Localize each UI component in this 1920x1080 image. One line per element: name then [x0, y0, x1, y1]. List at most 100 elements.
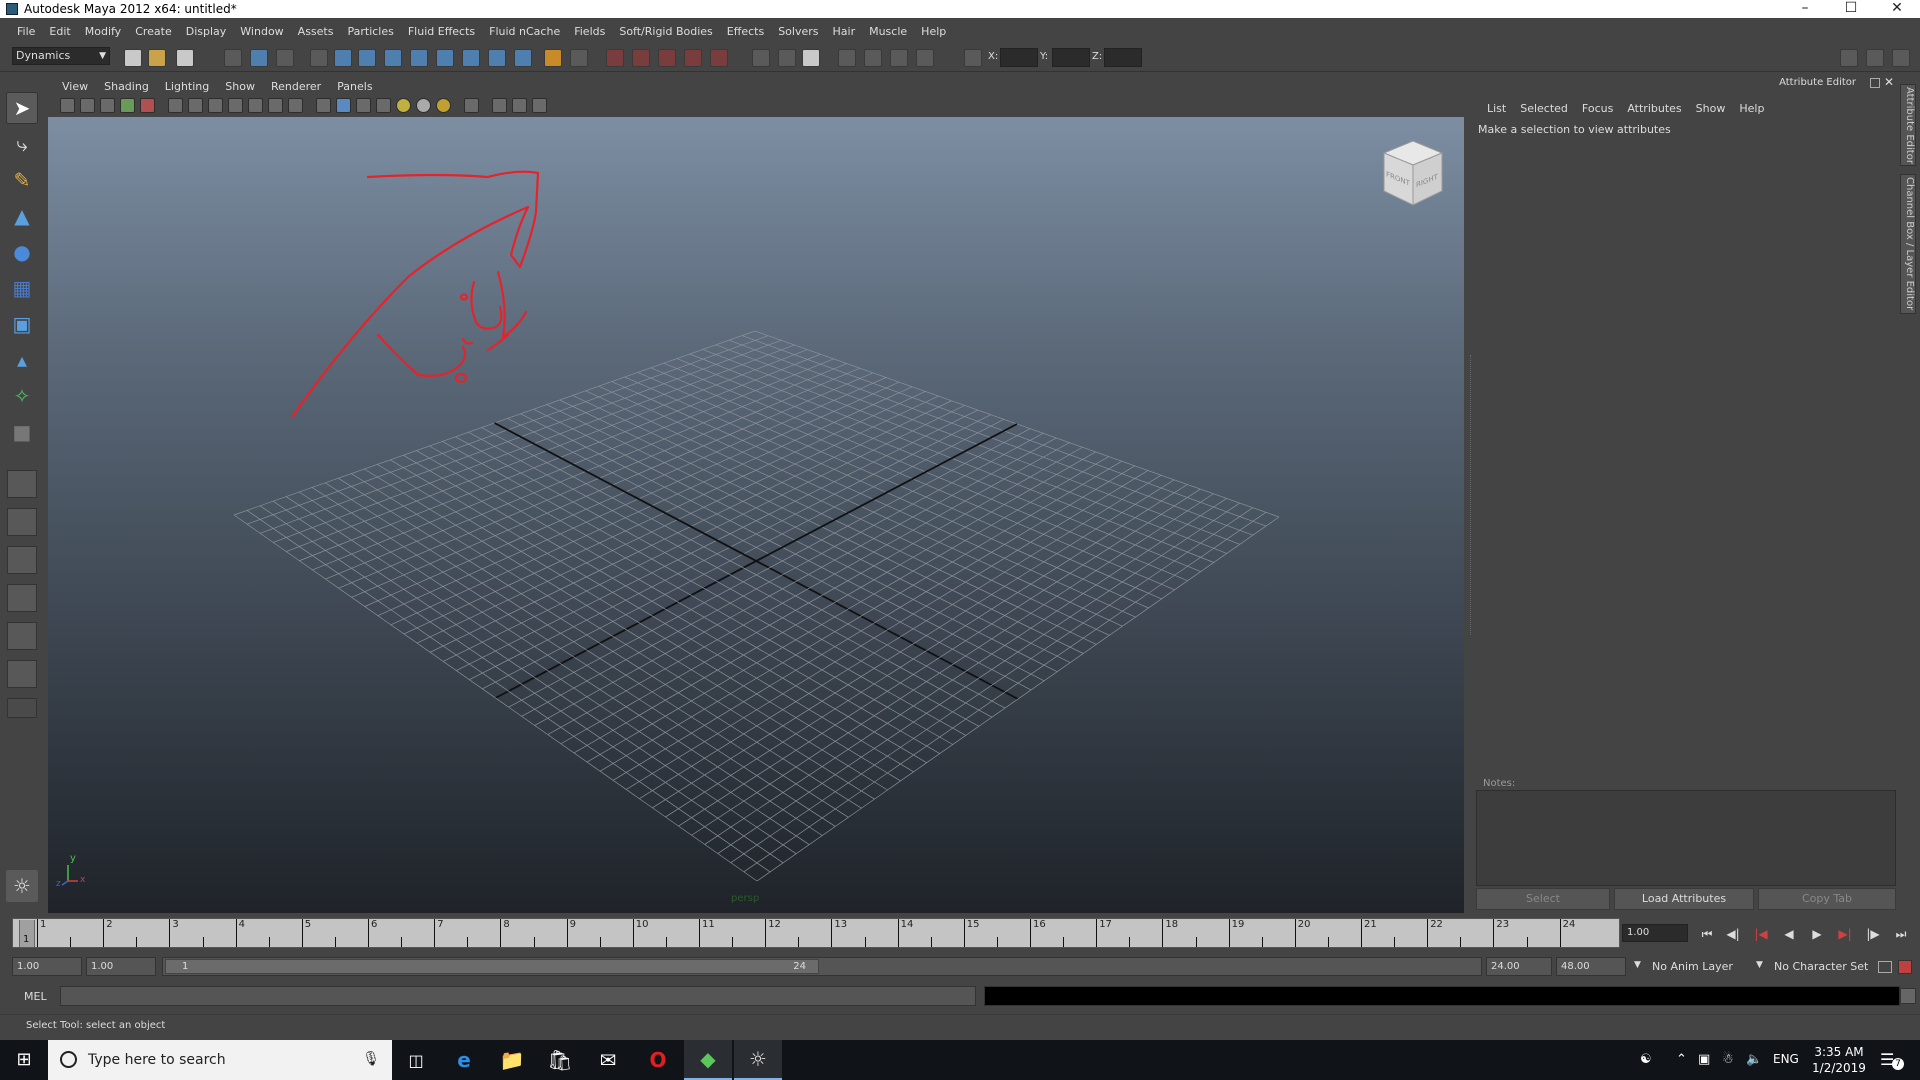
persp-outliner-layout-icon[interactable]	[7, 546, 37, 574]
smooth-shade-icon[interactable]	[336, 98, 351, 113]
gate-mask-icon[interactable]	[228, 98, 243, 113]
menu-fluid-effects[interactable]: Fluid Effects	[401, 25, 482, 38]
go-to-start-icon[interactable]: ⏮	[1696, 925, 1718, 943]
move-tool-icon[interactable]: ▲	[6, 200, 38, 232]
microphone-icon[interactable]: 🎙	[362, 1051, 380, 1067]
grid-toggle-icon[interactable]	[168, 98, 183, 113]
layout-options-icon[interactable]	[7, 698, 37, 718]
menu-set-selector[interactable]: Dynamics ▼	[12, 47, 110, 65]
show-channel-box-icon[interactable]	[1892, 49, 1910, 67]
select-dynamics-icon[interactable]	[462, 49, 480, 67]
input-operations-icon[interactable]	[752, 49, 770, 67]
xray-icon[interactable]	[492, 98, 507, 113]
battery-icon[interactable]: ▣	[1698, 1052, 1710, 1067]
2d-pan-zoom-icon[interactable]	[140, 98, 155, 113]
animation-preferences-icon[interactable]	[1898, 960, 1912, 974]
z-input[interactable]	[1104, 48, 1142, 67]
panel-menu-show[interactable]: Show	[217, 80, 263, 93]
selection-mask-icon[interactable]	[310, 49, 328, 67]
menu-assets[interactable]: Assets	[291, 25, 341, 38]
panel-menu-renderer[interactable]: Renderer	[263, 80, 329, 93]
menu-effects[interactable]: Effects	[720, 25, 771, 38]
output-operations-icon[interactable]	[778, 49, 796, 67]
perspective-viewport[interactable]: FRONT RIGHT y z x persp	[48, 117, 1464, 913]
menu-help[interactable]: Help	[914, 25, 953, 38]
save-scene-icon[interactable]	[176, 49, 194, 67]
mail-icon[interactable]: ✉	[584, 1040, 632, 1080]
animation-end-field[interactable]: 48.00	[1556, 957, 1626, 976]
use-all-lights-icon[interactable]	[416, 98, 431, 113]
attr-menu-list[interactable]: List	[1480, 102, 1513, 115]
snap-to-curves-icon[interactable]	[632, 49, 650, 67]
close-button[interactable]: ✕	[1874, 0, 1920, 18]
load-attributes-button[interactable]: Load Attributes	[1614, 888, 1754, 910]
isolate-select-icon[interactable]	[464, 98, 479, 113]
snap-to-points-icon[interactable]	[658, 49, 676, 67]
select-by-object-type-icon[interactable]	[250, 49, 268, 67]
select-misc-icon[interactable]	[514, 49, 532, 67]
select-surfaces-icon[interactable]	[410, 49, 428, 67]
character-set-dropdown[interactable]: No Character Set	[1774, 960, 1868, 973]
close-panel-icon[interactable]: ✕	[1884, 75, 1894, 89]
mel-command-input[interactable]	[60, 986, 976, 1006]
select-handles-icon[interactable]	[334, 49, 352, 67]
select-curves-icon[interactable]	[384, 49, 402, 67]
soft-modification-icon[interactable]: ▴	[6, 344, 38, 376]
select-by-hierarchy-icon[interactable]	[224, 49, 242, 67]
show-tool-settings-icon[interactable]	[1866, 49, 1884, 67]
notes-field[interactable]	[1476, 790, 1896, 886]
safe-action-icon[interactable]	[268, 98, 283, 113]
play-forwards-icon[interactable]: ▶	[1806, 925, 1828, 943]
playback-end-field[interactable]: 24.00	[1486, 957, 1552, 976]
menu-create[interactable]: Create	[128, 25, 179, 38]
make-live-icon[interactable]	[710, 49, 728, 67]
attr-menu-focus[interactable]: Focus	[1575, 102, 1620, 115]
step-forward-frame-icon[interactable]: |▶	[1862, 925, 1884, 943]
volume-icon[interactable]: 🔈	[1746, 1052, 1762, 1067]
open-scene-icon[interactable]	[148, 49, 166, 67]
panel-menu-shading[interactable]: Shading	[96, 80, 157, 93]
animation-start-field[interactable]: 1.00	[12, 957, 82, 976]
menu-display[interactable]: Display	[179, 25, 234, 38]
menu-window[interactable]: Window	[233, 25, 290, 38]
attr-menu-attributes[interactable]: Attributes	[1620, 102, 1688, 115]
menu-solvers[interactable]: Solvers	[771, 25, 825, 38]
time-slider[interactable]: 1 1 2 3 4 5 6 7 8 9 10 11 12 13 14 15 16 17 18 19 20 21 22 23 2…	[12, 918, 1620, 948]
x-input[interactable]	[1000, 48, 1038, 67]
store-icon[interactable]: 🛍	[536, 1040, 584, 1080]
construction-history-icon[interactable]	[802, 49, 820, 67]
range-slider-handle[interactable]: 1 24	[165, 959, 819, 974]
rotate-tool-icon[interactable]: ●	[6, 236, 38, 268]
side-tab-attribute-editor[interactable]: Attribute Editor	[1900, 84, 1916, 166]
key-icon[interactable]	[1878, 961, 1892, 973]
network-icon[interactable]: ☃	[1722, 1052, 1734, 1067]
show-attribute-editor-icon[interactable]	[1840, 49, 1858, 67]
hypershade-persp-layout-icon[interactable]	[7, 622, 37, 650]
attr-menu-selected[interactable]: Selected	[1513, 102, 1575, 115]
highlight-selection-icon[interactable]	[570, 49, 588, 67]
edge-browser-icon[interactable]: e	[440, 1040, 488, 1080]
play-backwards-icon[interactable]: ◀	[1778, 925, 1800, 943]
minimize-button[interactable]: –	[1782, 0, 1828, 18]
current-time-field[interactable]: 1.00	[1622, 924, 1688, 942]
film-gate-icon[interactable]	[188, 98, 203, 113]
menu-fluid-ncache[interactable]: Fluid nCache	[482, 25, 567, 38]
menu-modify[interactable]: Modify	[78, 25, 128, 38]
new-scene-icon[interactable]	[124, 49, 142, 67]
step-back-frame-icon[interactable]: ◀​|	[1722, 925, 1744, 943]
mel-label[interactable]: MEL	[24, 990, 47, 1003]
menu-edit[interactable]: Edit	[42, 25, 77, 38]
paint-select-tool-icon[interactable]: ✎	[6, 164, 38, 196]
show-manipulator-icon[interactable]: ✧	[6, 380, 38, 412]
menu-file[interactable]: File	[10, 25, 42, 38]
opera-browser-icon[interactable]: O	[634, 1040, 682, 1080]
playback-start-field[interactable]: 1.00	[86, 957, 156, 976]
attr-menu-help[interactable]: Help	[1732, 102, 1771, 115]
task-view-icon[interactable]: ◫	[392, 1040, 440, 1080]
render-current-frame-icon[interactable]	[838, 49, 856, 67]
select-deformations-icon[interactable]	[436, 49, 454, 67]
lock-selection-icon[interactable]	[544, 49, 562, 67]
xray-joints-icon[interactable]	[512, 98, 527, 113]
universal-manipulator-icon[interactable]: ▣	[6, 308, 38, 340]
scale-tool-icon[interactable]: ▦	[6, 272, 38, 304]
